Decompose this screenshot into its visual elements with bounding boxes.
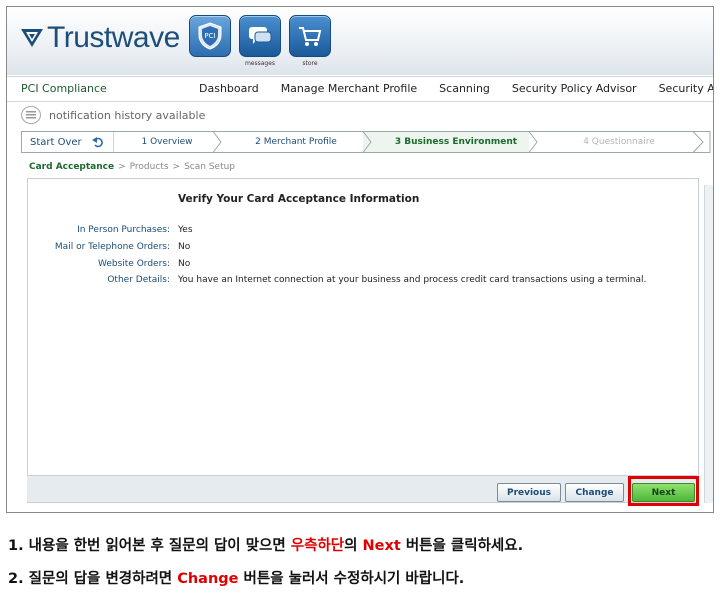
- label-mail-telephone: Mail or Telephone Orders:: [54, 242, 170, 252]
- top-icon-bar: PCI messages store: [189, 15, 331, 75]
- trustwave-logo[interactable]: Trustwave: [21, 21, 180, 55]
- nav-tabs: Dashboard Manage Merchant Profile Scanni…: [199, 82, 713, 95]
- breadcrumb: Card Acceptance > Products > Scan Setup: [29, 162, 236, 172]
- breadcrumb-card-acceptance[interactable]: Card Acceptance: [29, 162, 114, 172]
- breadcrumb-scan-setup[interactable]: Scan Setup: [184, 162, 235, 172]
- previous-button[interactable]: Previous: [497, 483, 561, 502]
- instruction-line-1: 1. 내용을 한번 읽어본 후 질문의 답이 맞으면 우측하단의 Next 버튼…: [8, 538, 524, 554]
- undo-icon: [91, 137, 103, 148]
- main-nav: PCI Compliance Dashboard Manage Merchant…: [7, 76, 713, 102]
- notification-icon: [21, 106, 41, 124]
- label-in-person: In Person Purchases:: [77, 225, 170, 235]
- value-website: No: [178, 259, 191, 269]
- logo-text: Trustwave: [47, 21, 180, 54]
- notification-text: notification history available: [49, 108, 206, 122]
- svg-text:PCI: PCI: [204, 32, 215, 40]
- start-over-button[interactable]: Start Over: [21, 131, 124, 153]
- label-website: Website Orders:: [97, 259, 170, 269]
- start-over-label: Start Over: [30, 136, 82, 148]
- value-in-person: Yes: [178, 225, 193, 235]
- next-highlight-box: [628, 476, 699, 506]
- notification-area[interactable]: notification history available: [21, 106, 205, 124]
- breadcrumb-products[interactable]: Products: [130, 162, 169, 172]
- store-button[interactable]: store: [289, 15, 331, 75]
- step-overview[interactable]: 1 Overview: [117, 131, 217, 153]
- pci-shield-button[interactable]: PCI: [189, 15, 231, 75]
- step-questionnaire: 4 Questionnaire: [583, 137, 655, 147]
- step-business-environment[interactable]: 3 Business Environment: [373, 131, 539, 153]
- tab-security-policy-advisor[interactable]: Security Policy Advisor: [512, 82, 637, 95]
- trustwave-logo-icon: [21, 29, 43, 47]
- messages-button[interactable]: messages: [239, 15, 281, 75]
- shield-pci-icon: PCI: [198, 22, 222, 50]
- vertical-scrollbar[interactable]: [704, 185, 713, 503]
- nav-pci-compliance[interactable]: PCI Compliance: [21, 82, 107, 95]
- header-bar: Trustwave PCI messages store: [7, 7, 713, 75]
- cart-icon: [299, 27, 322, 46]
- instruction-line-2: 2. 질문의 답을 변경하려면 Change 버튼을 눌러서 수정하시기 바랍니…: [8, 571, 465, 587]
- speech-bubble-icon: [249, 27, 272, 44]
- panel-title: Verify Your Card Acceptance Information: [178, 193, 420, 205]
- icon-caption-messages: messages: [244, 60, 276, 67]
- content-panel: Verify Your Card Acceptance Information …: [27, 178, 699, 503]
- tab-manage-merchant-profile[interactable]: Manage Merchant Profile: [281, 82, 417, 95]
- label-other-details: Other Details:: [107, 275, 170, 285]
- wizard-steps: Start Over 1 Overview 2 Merchant Profile…: [21, 131, 711, 153]
- tab-security-awareness[interactable]: Security Awar: [659, 82, 713, 95]
- value-mail-telephone: No: [178, 242, 191, 252]
- icon-caption-store: store: [302, 60, 318, 67]
- tab-dashboard[interactable]: Dashboard: [199, 82, 259, 95]
- tab-scanning[interactable]: Scanning: [439, 82, 490, 95]
- value-other-details: You have an Internet connection at your …: [178, 275, 647, 285]
- step-merchant-profile[interactable]: 2 Merchant Profile: [221, 131, 371, 153]
- change-button[interactable]: Change: [565, 483, 624, 502]
- browser-frame: Trustwave PCI messages store PCI Complia…: [6, 6, 714, 513]
